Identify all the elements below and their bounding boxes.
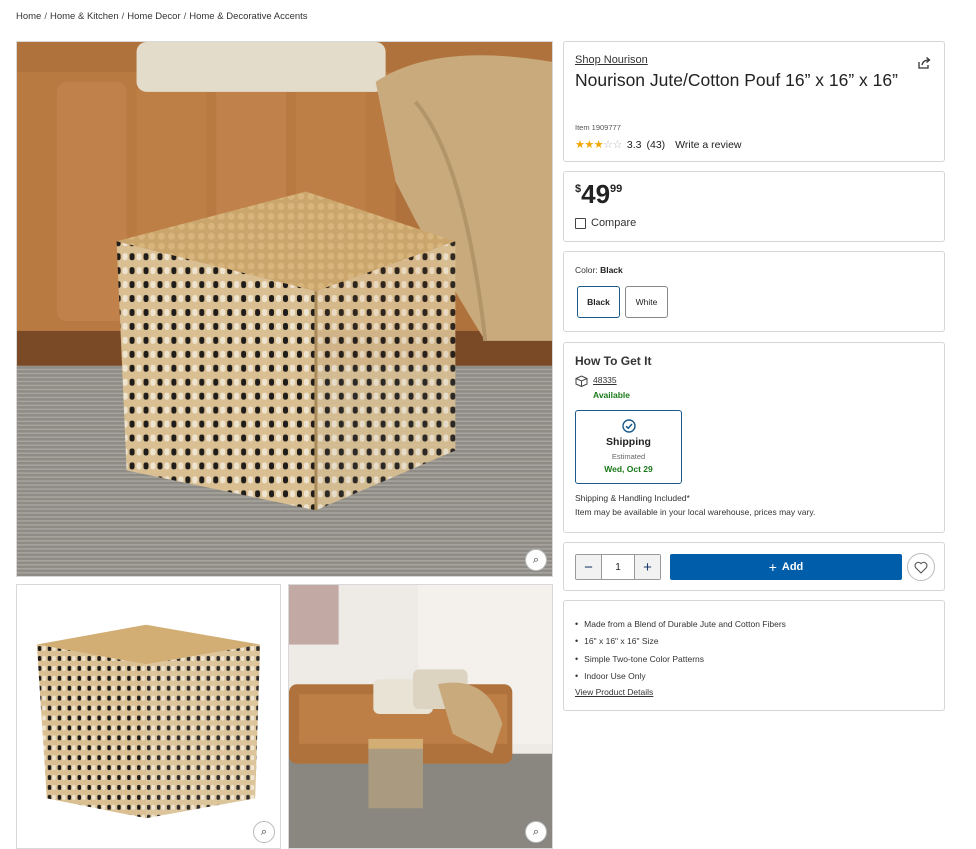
star-empty-icon: ☆ [603,139,613,151]
breadcrumb-home-kitchen[interactable]: Home & Kitchen [50,11,119,22]
feature-item: Simple Two-tone Color Patterns [575,650,786,668]
estimated-label: Estimated [611,452,646,461]
rating-value: 3.3 [626,138,642,151]
compare-checkbox[interactable]: Compare [575,217,636,229]
zoom-icon[interactable]: ⌕ [525,821,547,843]
zoom-icon[interactable]: ⌕ [253,821,275,843]
brand-link[interactable]: Shop Nourison [575,54,648,66]
star-rating[interactable]: ★ ★ ★ ☆ ☆ [575,138,622,151]
zip-code-link[interactable]: 48335 [593,375,617,387]
add-to-cart-button[interactable]: + Add [670,554,902,580]
shipping-option[interactable]: Shipping Estimated Wed, Oct 29 [575,410,682,484]
review-count[interactable]: (43) [646,139,665,151]
heart-icon [914,561,928,574]
breadcrumb: Home / Home & Kitchen / Home Decor / Hom… [16,11,308,22]
breadcrumb-home[interactable]: Home [16,11,41,22]
price-whole: 49 [581,179,611,209]
decrease-quantity-button[interactable]: − [576,555,602,579]
thumbnail-white-background[interactable]: ⌕ [16,584,281,849]
price-card: $ 49 99 Compare [563,171,945,242]
zoom-icon[interactable]: ⌕ [525,549,547,571]
color-label-text: Color: [575,265,598,275]
increase-quantity-button[interactable]: + [634,555,660,579]
availability-status: Available [593,390,631,400]
shipping-label: Shipping [606,436,651,448]
price-cents: 99 [610,183,623,195]
product-header-card: Shop Nourison Nourison Jute/Cotton Pouf … [563,41,945,162]
add-button-label: Add [781,561,804,573]
write-review-link[interactable]: Write a review [675,139,741,151]
zip-row: 48335 [575,375,617,387]
checkbox-icon[interactable] [575,217,586,229]
breadcrumb-home-decor[interactable]: Home Decor [127,11,180,22]
star-empty-icon: ☆ [612,139,623,151]
star-full-icon: ★ [593,139,604,151]
shipping-note: Shipping & Handling Included* [575,493,690,503]
feature-item: Made from a Blend of Durable Jute and Co… [575,615,786,633]
item-number: Item 1909777 [575,123,621,132]
breadcrumb-separator: / [121,11,125,22]
fulfillment-card: How To Get It 48335 Available Shipping E… [563,342,945,533]
feature-list: Made from a Blend of Durable Jute and Co… [575,615,786,685]
view-product-details-link[interactable]: View Product Details [575,687,653,697]
features-card: Made from a Blend of Durable Jute and Co… [563,600,945,711]
breadcrumb-separator: / [44,11,47,22]
color-option-black[interactable]: Black [577,286,620,318]
favorite-button[interactable] [907,553,935,581]
breadcrumb-separator: / [183,11,187,22]
compare-label: Compare [591,217,637,229]
fulfillment-heading: How To Get It [575,354,652,368]
thumbnail-room-scene[interactable]: ⌕ [288,584,553,849]
color-label: Color: Black [575,265,623,275]
color-option-white[interactable]: White [625,286,668,318]
plus-icon: + [768,559,777,575]
breadcrumb-decorative-accents[interactable]: Home & Decorative Accents [189,11,307,22]
warehouse-note: Item may be available in your local ware… [575,507,816,517]
rating-row: ★ ★ ★ ☆ ☆ 3.3 (43) Write a review [575,138,742,152]
star-full-icon: ★ [584,139,594,151]
check-circle-icon [622,419,636,433]
quantity-value[interactable]: 1 [602,555,634,579]
color-card: Color: Black Black White [563,251,945,332]
main-product-image[interactable]: ⌕ [16,41,553,577]
product-title: Nourison Jute/Cotton Pouf 16” x 16” x 16… [575,70,898,90]
star-full-icon: ★ [575,139,585,151]
quantity-stepper: − 1 + [575,554,661,580]
delivery-date: Wed, Oct 29 [604,464,653,474]
add-to-cart-card: − 1 + + Add [563,542,945,591]
selected-color: Black [600,265,623,275]
price: $ 49 99 [575,180,622,208]
feature-item: Indoor Use Only [575,668,786,686]
share-icon[interactable] [917,56,931,70]
box-icon [575,375,588,387]
feature-item: 16" x 16" x 16" Size [575,633,786,651]
